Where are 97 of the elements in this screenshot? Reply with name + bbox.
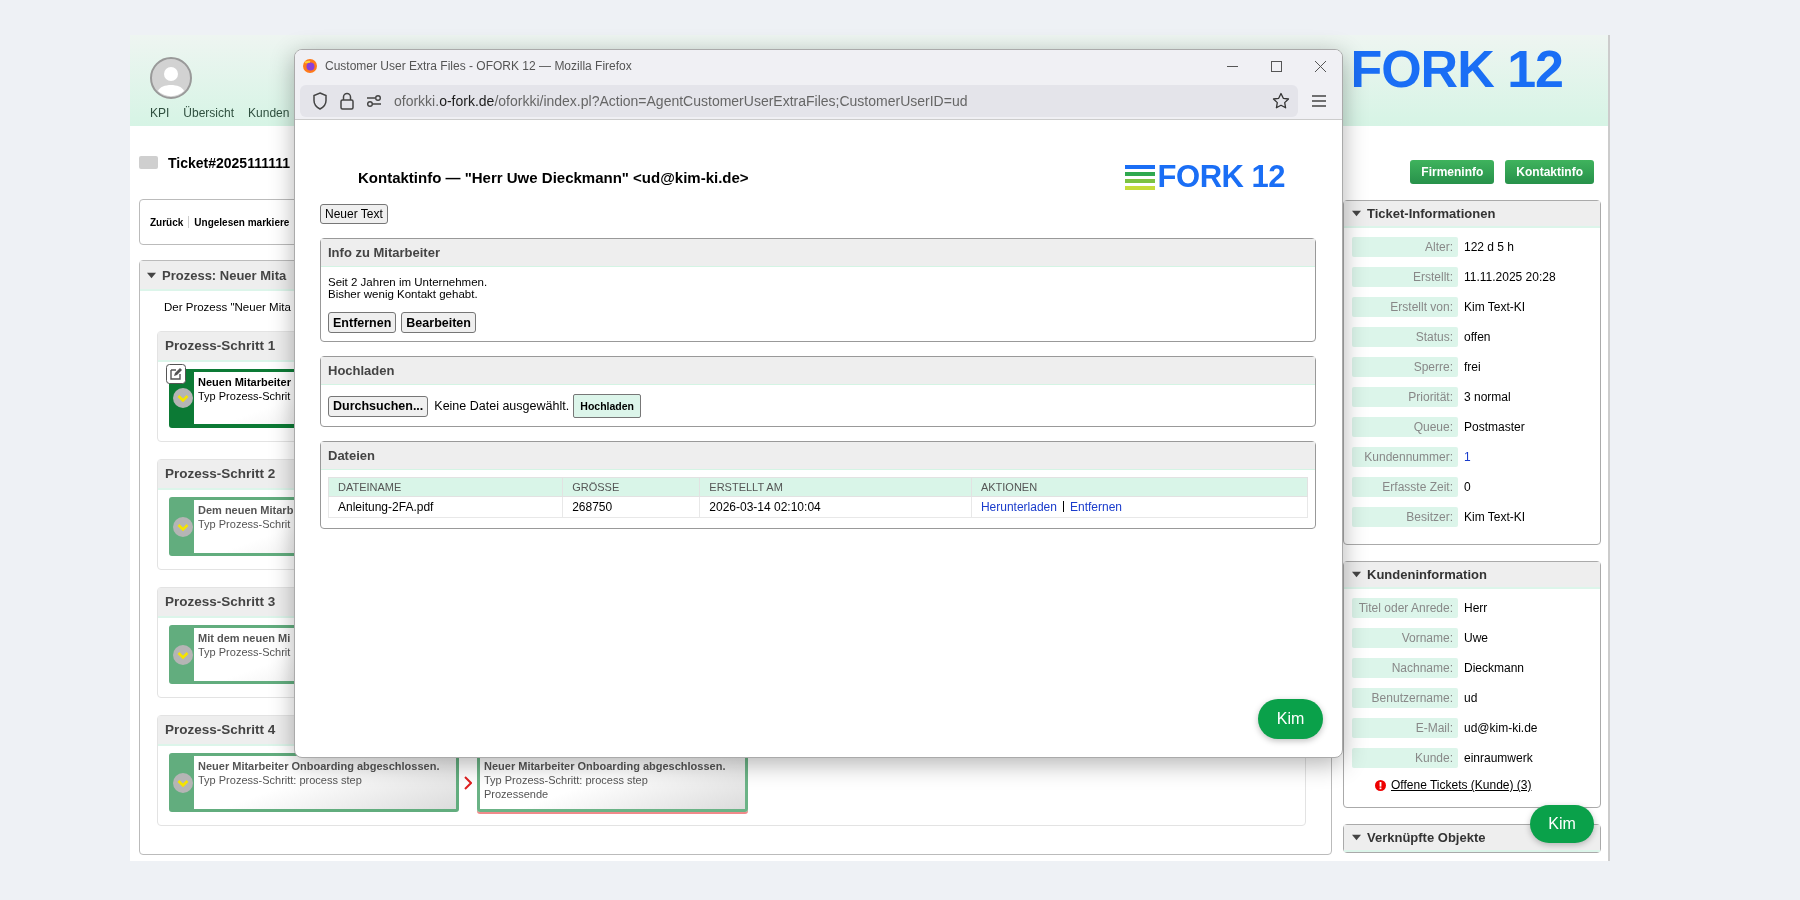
table-cell: 2026-03-14 02:10:04 (699, 496, 972, 518)
field-label: Benutzername: (1352, 688, 1458, 708)
caret-icon[interactable] (1352, 570, 1361, 579)
action-link[interactable]: Zurück (150, 216, 184, 228)
process-description: Der Prozess "Neuer Mita (164, 301, 291, 313)
step-card[interactable]: Neuer Mitarbeiter Onboarding abgeschlossen. Typ Prozess-Schritt: process step (169, 753, 459, 812)
lock-icon[interactable] (340, 91, 354, 110)
url-text: oforkki.o-fork.de/oforkki/index.pl?Action=AgentCustomerUserExtraFiles;CustomerUserID=ud (394, 92, 969, 109)
file-action-link[interactable]: Entfernen (1069, 500, 1122, 514)
chevron-icon[interactable] (173, 388, 193, 408)
field-label: Status: (1352, 327, 1458, 347)
step-note: Prozessende (484, 787, 550, 801)
field-value: Dieckmann (1464, 661, 1525, 675)
field-value: Herr (1464, 601, 1488, 615)
note-button[interactable]: Bearbeiten (401, 312, 476, 333)
field-label: Erfasste Zeit: (1352, 477, 1458, 497)
field-value: 122 d 5 h (1464, 240, 1515, 254)
panel-title: Kundeninformation (1367, 567, 1487, 582)
step-type: Typ Prozess-Schrit (198, 517, 292, 531)
logo-stripes-icon (1124, 164, 1155, 190)
field-link[interactable]: 1 (1464, 450, 1471, 464)
new-text-button[interactable]: Neuer Text (320, 204, 388, 224)
field-label: Sperre: (1352, 357, 1458, 377)
field-value: frei (1464, 360, 1481, 374)
field-label: Besitzer: (1352, 507, 1458, 527)
field-value: ud@kim-ki.de (1464, 721, 1538, 735)
step-type: Typ Prozess-Schrit (198, 389, 291, 403)
field-label: Kundennummer: (1352, 447, 1458, 467)
field-value: einraumwerk (1464, 751, 1533, 765)
field-value: 3 normal (1464, 390, 1511, 404)
caret-icon[interactable] (1352, 209, 1361, 218)
table-cell: Anleitung-2FA.pdf (328, 496, 563, 518)
panel-title: Dateien (321, 442, 1315, 470)
browse-button[interactable]: Durchsuchen... (328, 395, 429, 417)
note-text: Seit 2 Jahren im Unternehmen. Bisher wenig Kontakt gehabt. (328, 276, 489, 300)
step-name: Dem neuen Mitarb (198, 503, 294, 517)
column-header: DATEINAME (328, 477, 563, 497)
column-header: ERSTELLT AM (699, 477, 972, 497)
panel-title: Hochladen (321, 357, 1315, 385)
alert-icon (1375, 779, 1386, 791)
column-header: AKTIONEN (971, 477, 1308, 497)
field-value: Uwe (1464, 631, 1488, 645)
field-label: Queue: (1352, 417, 1458, 437)
step-name: Mit dem neuen Mi (198, 631, 291, 645)
logo: FORK 12 (1157, 161, 1285, 193)
file-status: Keine Datei ausgewählt. (434, 399, 571, 413)
field-value: 11.11.2025 20:28 (1464, 270, 1556, 284)
step-type: Typ Prozess-Schrit (198, 645, 291, 659)
field-value: Postmaster (1464, 420, 1525, 434)
tune-icon[interactable] (366, 93, 382, 108)
action-link[interactable]: Ungelesen markiere (194, 216, 290, 228)
field-value: 0 (1464, 480, 1471, 494)
column-header: GRÖSSE (562, 477, 700, 497)
field-label: Priorität: (1352, 387, 1458, 407)
nav-item[interactable]: KPI (150, 106, 170, 120)
step-name: Neuer Mitarbeiter Onboarding abgeschlossen. (484, 759, 726, 773)
nav-item[interactable]: Kunden (248, 106, 290, 120)
field-value: Kim Text-KI (1464, 510, 1526, 524)
field-label: Erstellt von: (1352, 297, 1458, 317)
process-title: Prozess: Neuer Mita (162, 267, 287, 283)
field-value: offen (1464, 330, 1491, 344)
edit-icon[interactable] (166, 364, 186, 384)
panel-title: Verknüpfte Objekte (1367, 830, 1486, 845)
star-icon[interactable] (1272, 91, 1290, 110)
browser-logo-icon (303, 59, 317, 73)
menu-icon[interactable] (1312, 94, 1326, 107)
table-cell: 268750 (562, 496, 700, 518)
step-type: Typ Prozess-Schritt: process step (484, 773, 649, 787)
nav-item[interactable]: Übersicht (183, 106, 235, 120)
field-value: ud (1464, 691, 1478, 705)
field-label: Titel oder Anrede: (1352, 598, 1458, 618)
field-label: Vorname: (1352, 628, 1458, 648)
step-type: Typ Prozess-Schritt: process step (198, 773, 363, 787)
caret-icon[interactable] (147, 270, 156, 280)
shield-icon[interactable] (312, 91, 328, 110)
note-button[interactable]: Entfernen (328, 312, 397, 333)
field-label: E-Mail: (1352, 718, 1458, 738)
caret-icon[interactable] (1352, 833, 1361, 842)
field-value: Kim Text-KI (1464, 300, 1526, 314)
field-label: Kunde: (1352, 748, 1458, 768)
panel-title: Ticket-Informationen (1367, 206, 1496, 221)
step-name: Neuer Mitarbeiter Onboarding abgeschlossen. (198, 759, 440, 773)
step-name: Neuen Mitarbeiter (198, 375, 291, 389)
open-tickets-link[interactable]: Offene Tickets (Kunde) (3) (1391, 778, 1532, 792)
page-heading: Kontaktinfo — "Herr Uwe Dieckmann" <ud@kim-ki.de> (358, 168, 749, 186)
logo: FORK 12 (1350, 39, 1563, 99)
panel-title: Info zu Mitarbeiter (321, 239, 1315, 267)
avatar-icon[interactable] (150, 57, 192, 99)
field-label: Nachname: (1352, 658, 1458, 678)
ticket-flag-icon (139, 156, 158, 169)
address-bar[interactable]: oforkki.o-fork.de/oforkki/index.pl?Action=AgentCustomerUserExtraFiles;CustomerUserID=ud (300, 84, 1298, 117)
window-title: Customer User Extra Files - OFORK 12 — Mozilla Firefox (325, 59, 633, 73)
upload-button[interactable]: Hochladen (573, 394, 641, 418)
field-label: Erstellt: (1352, 267, 1458, 287)
file-action-link[interactable]: Herunterladen (980, 500, 1057, 514)
field-label: Alter: (1352, 237, 1458, 257)
ticket-title: Ticket#2025111111 (168, 154, 290, 171)
